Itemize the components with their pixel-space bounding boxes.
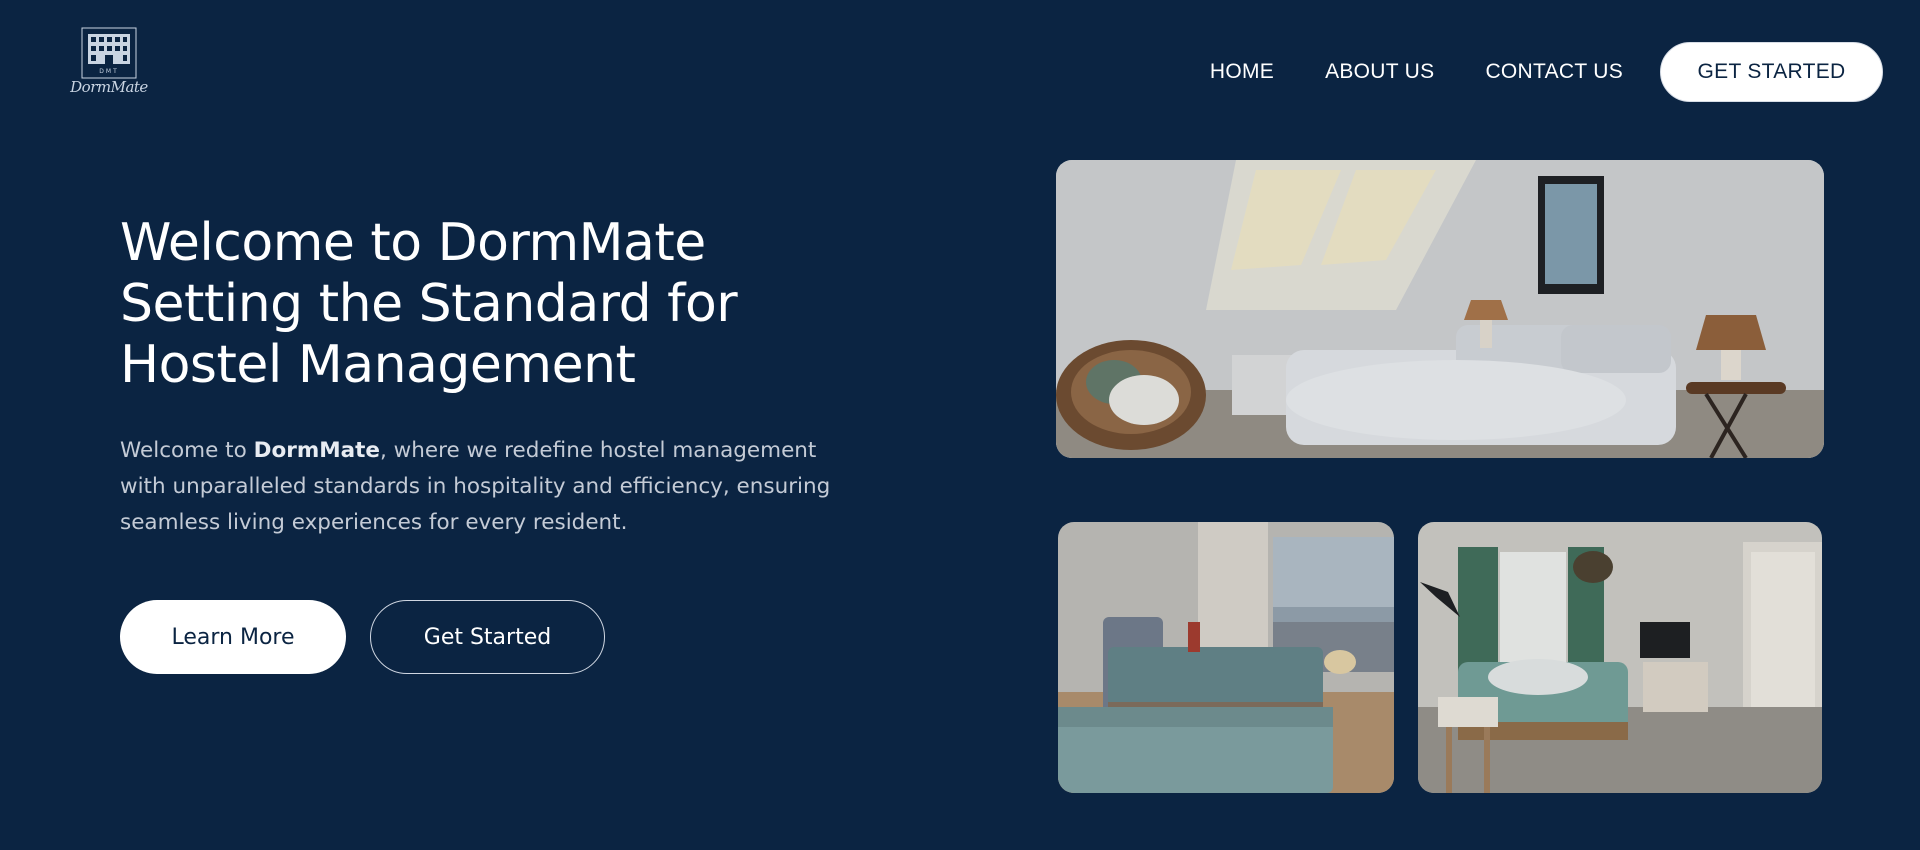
nav-about-link[interactable]: ABOUT US	[1325, 60, 1434, 84]
learn-more-button[interactable]: Learn More	[120, 600, 346, 674]
nav-home-link[interactable]: HOME	[1210, 60, 1274, 84]
hero-title: Welcome to DormMate Setting the Standard…	[120, 213, 840, 396]
hero-title-brand: DormMate	[437, 213, 707, 273]
hero-description-brand: DormMate	[253, 438, 380, 463]
nav-get-started-button[interactable]: GET STARTED	[1660, 42, 1883, 102]
hero-title-line1: Welcome to DormMate	[120, 213, 706, 273]
hero-title-line2: Setting the Standard for	[120, 274, 738, 334]
nav-contact-link[interactable]: CONTACT US	[1485, 60, 1623, 84]
attic-bedroom-image	[1056, 160, 1824, 458]
hero-description-prefix: Welcome to	[120, 438, 254, 463]
svg-text:DMT: DMT	[99, 68, 118, 75]
twin-bedroom-image	[1058, 522, 1394, 793]
green-curtain-bedroom-image	[1418, 522, 1822, 793]
bedroom-photo-green	[1418, 522, 1822, 793]
hero-title-prefix: Welcome to	[120, 213, 438, 273]
building-icon: DMT	[81, 27, 137, 79]
logo[interactable]: DMT DormMate	[70, 26, 148, 102]
get-started-button[interactable]: Get Started	[370, 600, 605, 674]
bedroom-photo-twin	[1058, 522, 1394, 793]
logo-wordmark: DormMate	[70, 78, 148, 96]
top-navigation: HOME ABOUT US CONTACT US GET STARTED	[1210, 42, 1883, 102]
bedroom-photo-large	[1056, 160, 1824, 458]
hero-title-line3: Hostel Management	[120, 335, 636, 395]
hero-description: Welcome to DormMate, where we redefine h…	[120, 433, 850, 541]
